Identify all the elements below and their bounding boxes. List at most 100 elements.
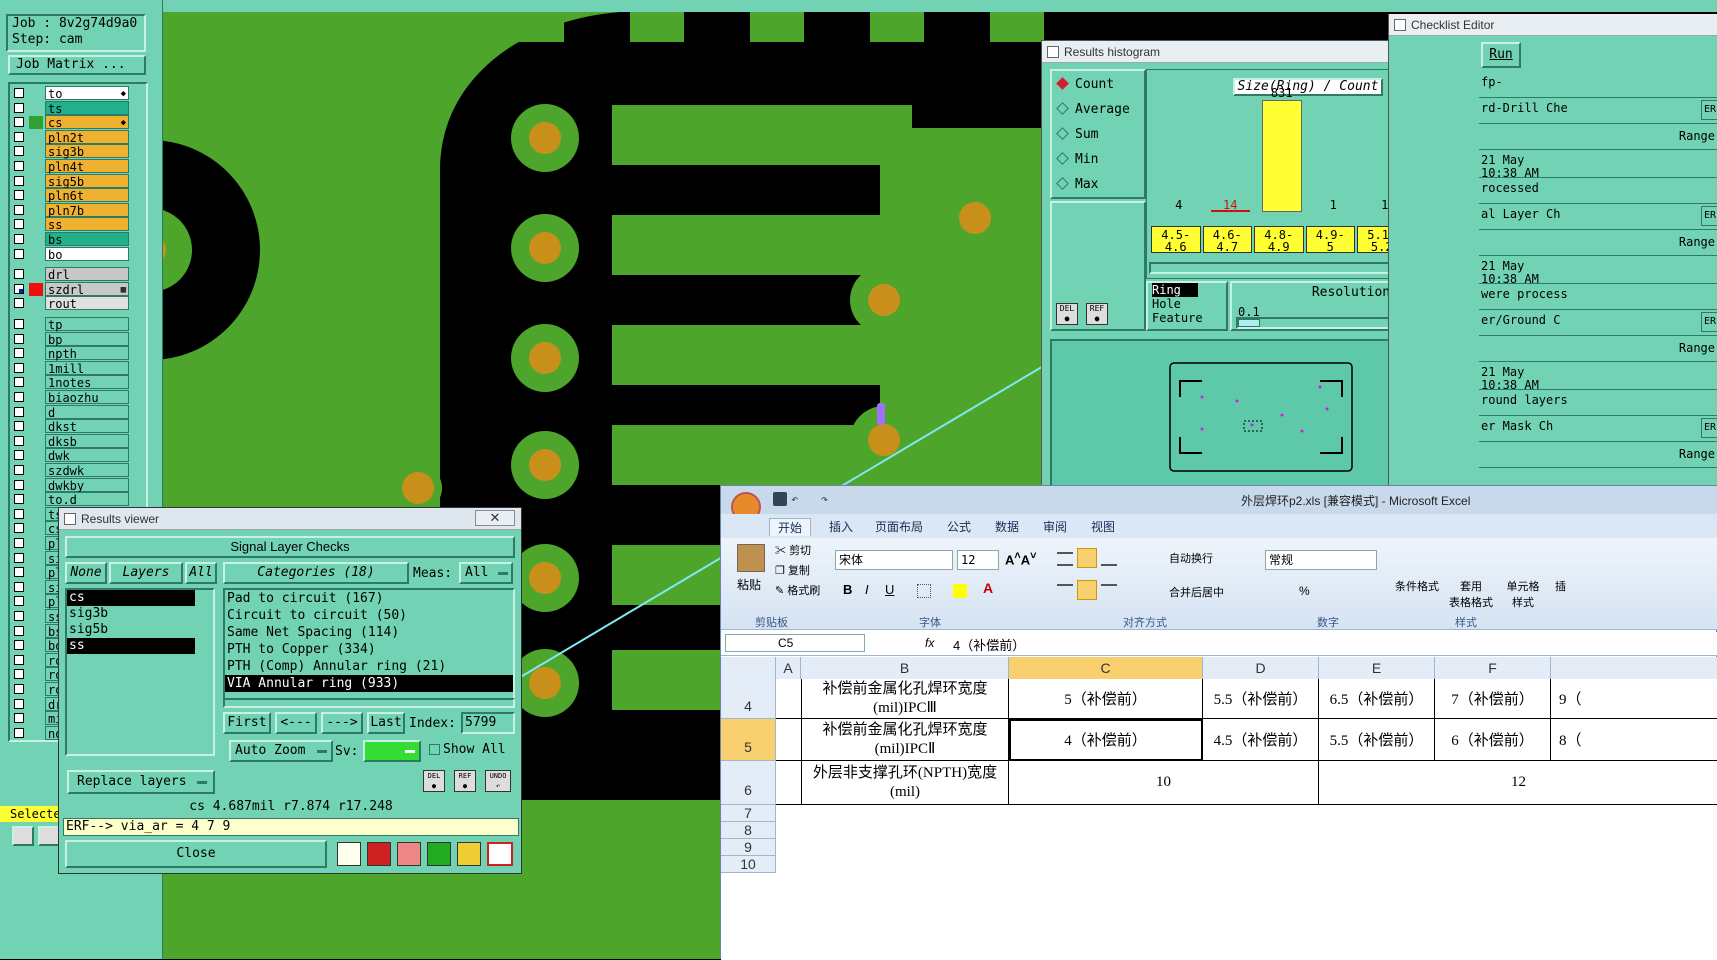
results-category-item[interactable]: PTH to Copper (334) — [225, 641, 513, 658]
checklist-item[interactable]: Range — [1479, 230, 1717, 256]
cell[interactable]: 9（ — [1551, 679, 1717, 719]
checklist-item[interactable]: round layers — [1479, 390, 1717, 416]
layer-checkbox[interactable] — [14, 190, 24, 201]
results-layer-item[interactable]: sig5b — [67, 622, 213, 638]
cell[interactable]: 8（ — [1551, 719, 1717, 761]
layer-checkbox[interactable] — [14, 146, 24, 157]
last-button[interactable]: Last — [367, 712, 405, 734]
layer-checkbox[interactable] — [14, 465, 24, 475]
zoom-tool-icon[interactable] — [12, 826, 34, 846]
prev-button[interactable]: <--- — [275, 712, 317, 734]
results-category-list[interactable]: Pad to circuit (167) Circuit to circuit (… — [223, 588, 515, 700]
layer-row[interactable]: pln6t — [14, 188, 130, 203]
ribbon-tab[interactable]: 开始 — [769, 518, 812, 536]
layer-row[interactable]: 1notes — [14, 375, 130, 390]
layer-checkbox[interactable] — [14, 523, 24, 534]
del-button[interactable]: DEL ● — [423, 770, 445, 792]
column-header[interactable]: D — [1203, 657, 1319, 679]
erf-button[interactable]: ER — [1701, 100, 1717, 120]
layer-checkbox[interactable] — [14, 479, 24, 490]
row-header[interactable]: 8 — [721, 822, 776, 839]
align-bottom-icon[interactable] — [1101, 552, 1117, 566]
number-format-select[interactable]: 常规 — [1265, 550, 1377, 570]
job-matrix-button[interactable]: Job Matrix ... — [8, 55, 146, 75]
cell-styles-button[interactable]: 单元格 样式 — [1499, 578, 1547, 610]
layer-row[interactable]: d — [14, 404, 130, 420]
ribbon-tab[interactable]: 页面布局 — [875, 518, 923, 535]
mode-option[interactable]: Sum — [1056, 127, 1098, 142]
mode-option[interactable]: Min — [1056, 152, 1098, 167]
results-layer-item[interactable]: cs — [67, 590, 195, 606]
cell[interactable] — [776, 679, 801, 719]
grow-font-button[interactable]: A˄A˅ — [1005, 550, 1036, 567]
layer-checkbox[interactable] — [14, 581, 24, 592]
category-hscroll[interactable] — [223, 698, 515, 708]
layer-row[interactable]: bp — [14, 331, 130, 347]
row-header[interactable]: 6 — [721, 761, 776, 805]
notes-icon[interactable] — [457, 842, 481, 866]
erf-button[interactable]: ER — [1701, 312, 1717, 332]
ribbon-tab[interactable]: 公式 — [947, 518, 971, 535]
layer-row[interactable]: bo — [14, 246, 130, 262]
border-icon[interactable] — [917, 584, 931, 598]
layer-row[interactable]: dwk — [14, 448, 130, 463]
layer-checkbox[interactable] — [14, 567, 24, 578]
del-button[interactable]: DEL ● — [1056, 303, 1078, 325]
undo-icon[interactable]: ↶ — [791, 492, 819, 506]
layer-row[interactable]: sig3b — [14, 144, 130, 159]
column-header[interactable] — [1551, 657, 1717, 679]
next-button[interactable]: ---> — [321, 712, 363, 734]
layer-checkbox[interactable] — [14, 654, 24, 665]
align-center-icon[interactable] — [1077, 580, 1097, 600]
merged-cell[interactable]: 10 — [1009, 761, 1319, 805]
checklist-item[interactable]: were process — [1479, 284, 1717, 310]
param-option[interactable]: Hole — [1152, 297, 1226, 311]
cell[interactable]: 4.5（补偿前） — [1203, 719, 1319, 761]
layer-row[interactable]: dwkby — [14, 477, 130, 493]
layer-row[interactable]: szdrl ▦ — [14, 281, 130, 297]
results-category-item[interactable]: Pad to circuit (167) — [225, 590, 513, 607]
layer-checkbox[interactable] — [14, 669, 24, 680]
paste-icon[interactable] — [737, 544, 765, 572]
layer-checkbox[interactable] — [14, 450, 24, 461]
results-layer-list[interactable]: cs sig3b sig5b ss — [65, 588, 215, 756]
copy-button[interactable]: ❐ 复制 — [775, 562, 810, 578]
grid-corner[interactable] — [721, 657, 776, 679]
checklist-item[interactable]: 21 May 10:38 AM — [1479, 150, 1717, 180]
ribbon-tab[interactable]: 视图 — [1091, 518, 1115, 535]
bin-label[interactable]: 4.6- 4.7 — [1202, 226, 1252, 253]
ref-button[interactable]: REF ● — [1086, 303, 1108, 325]
all-layers-button[interactable]: All — [185, 562, 217, 584]
align-middle-icon[interactable] — [1077, 548, 1097, 568]
results-layer-item[interactable]: ss — [67, 638, 195, 654]
layer-row[interactable]: bs — [14, 232, 130, 247]
layer-checkbox[interactable] — [14, 698, 24, 709]
pan-tool-icon[interactable] — [38, 826, 60, 846]
layer-row[interactable]: npth — [14, 346, 130, 361]
layer-checkbox[interactable] — [14, 117, 24, 128]
layer-checkbox[interactable] — [14, 102, 24, 113]
results-layer-item[interactable]: sig3b — [67, 606, 213, 622]
mode-option[interactable]: Count — [1056, 77, 1114, 92]
italic-button[interactable]: I — [865, 582, 869, 597]
column-header[interactable]: E — [1319, 657, 1435, 679]
bin-label[interactable]: 4.5- 4.6 — [1151, 226, 1201, 253]
row-header[interactable]: 5 — [721, 719, 776, 761]
bold-button[interactable]: B — [843, 582, 852, 597]
erf-button[interactable]: ER — [1701, 206, 1717, 226]
layer-row[interactable]: rout — [14, 296, 130, 311]
layer-row[interactable]: dksb — [14, 433, 130, 449]
insert-cells-button[interactable]: 插 — [1555, 578, 1566, 594]
bin-label[interactable]: 4.9- 5 — [1305, 226, 1355, 253]
close-button[interactable]: Close — [65, 840, 327, 868]
cell[interactable]: 5（补偿前） — [1009, 679, 1203, 719]
redo-icon[interactable]: ↷ — [821, 492, 849, 506]
layer-row[interactable]: cs ◆ — [14, 115, 130, 130]
sv-dropdown[interactable] — [363, 740, 421, 762]
cut-button[interactable]: ✂ 剪切 — [775, 542, 811, 558]
results-category-item[interactable]: PTH (Comp) Annular ring (21) — [225, 658, 513, 675]
layer-checkbox[interactable] — [14, 406, 24, 417]
layer-checkbox[interactable] — [14, 377, 24, 388]
checklist-item[interactable]: al Layer Ch ER — [1479, 204, 1717, 230]
cell[interactable]: 4（补偿前） — [1009, 719, 1203, 761]
